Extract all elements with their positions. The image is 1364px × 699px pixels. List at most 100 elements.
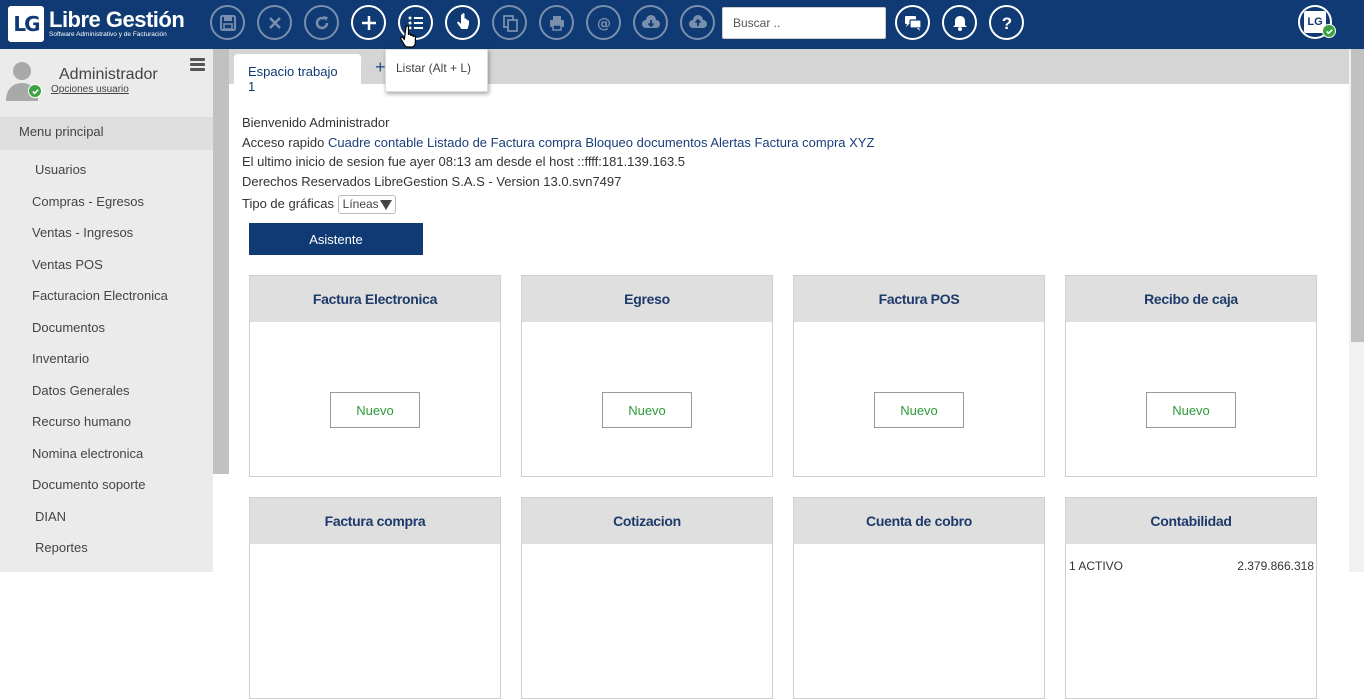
dashboard-card: Factura Electronica Nuevo (249, 275, 501, 477)
card-title: Cotizacion (522, 498, 772, 544)
quick-link[interactable]: Alertas (710, 135, 750, 150)
notifications-button[interactable] (942, 5, 977, 40)
sidebar-item-recurso-humano[interactable]: Recurso humano (0, 405, 213, 437)
new-button[interactable]: Nuevo (602, 392, 692, 428)
chart-type-value: Líneas (342, 196, 379, 211)
add-tab-button[interactable]: + (375, 57, 386, 78)
dashboard-card: Cotizacion (521, 497, 773, 699)
account-name: 1 ACTIVO (1069, 559, 1124, 573)
last-login-text: El ultimo inicio de sesion fue ayer 08:1… (242, 154, 686, 170)
select-button[interactable] (445, 5, 480, 40)
add-icon (361, 15, 376, 30)
refresh-icon (315, 15, 328, 29)
card-title: Factura Electronica (250, 276, 500, 322)
main-scrollbar-thumb[interactable] (1351, 49, 1364, 342)
help-icon: ? (1001, 14, 1011, 33)
sidebar-item-usuarios[interactable]: Usuarios (0, 153, 213, 185)
account-value: 2.379.866.318 (1237, 559, 1314, 573)
sidebar-item-ventas-ingresos[interactable]: Ventas - Ingresos (0, 216, 213, 248)
save-icon (219, 14, 236, 31)
bell-icon (952, 15, 967, 31)
logo-title: Libre Gestión (49, 7, 185, 32)
card-title: Factura compra (250, 498, 500, 544)
copy-button[interactable] (492, 5, 527, 40)
card-body (522, 544, 772, 698)
quick-access-label: Acceso rapido (242, 134, 325, 150)
tooltip: Listar (Alt + L) (385, 49, 488, 92)
menu-header[interactable]: Menu principal (0, 117, 213, 150)
logo-mark: LG (8, 6, 44, 42)
cancel-button[interactable] (257, 5, 292, 40)
quick-access: Acceso rapido Cuadre contable Listado de… (242, 133, 874, 153)
sidebar-item-documento-soporte[interactable]: Documento soporte (0, 468, 213, 500)
new-button[interactable]: Nuevo (874, 392, 964, 428)
card-title: Contabilidad (1066, 498, 1316, 544)
user-name: Administrador (59, 66, 158, 83)
card-title: Factura POS (794, 276, 1044, 322)
card-body: Nuevo (522, 322, 772, 476)
mouse-cursor-icon (400, 25, 416, 48)
svg-text:?: ? (1001, 14, 1011, 33)
card-title: Recibo de caja (1066, 276, 1316, 322)
new-button[interactable]: Nuevo (330, 392, 420, 428)
app-logo[interactable]: LG Libre Gestión Software Administrativo… (8, 6, 185, 42)
quick-link[interactable]: Bloqueo documentos (585, 135, 707, 150)
card-body: 1 ACTIVO 2.379.866.318 (1066, 544, 1316, 698)
online-status-icon (1322, 24, 1336, 38)
cancel-icon (268, 16, 281, 29)
save-button[interactable] (210, 5, 245, 40)
account-row[interactable]: 1 ACTIVO 2.379.866.318 (1069, 559, 1314, 573)
sidebar-scrollbar[interactable] (213, 49, 229, 474)
download-button[interactable] (633, 5, 668, 40)
chat-icon (904, 15, 922, 31)
sidebar-item-dian[interactable]: DIAN (0, 500, 213, 532)
email-icon: @ (597, 16, 611, 32)
chat-button[interactable] (895, 5, 930, 40)
help-button[interactable]: ? (989, 5, 1024, 40)
new-button[interactable]: Nuevo (1146, 392, 1236, 428)
menu-toggle-icon[interactable] (190, 58, 205, 72)
quick-link[interactable]: Factura compra XYZ (754, 135, 874, 150)
refresh-button[interactable] (304, 5, 339, 40)
welcome-info: Bienvenido Administrador Acceso rapido C… (242, 113, 874, 214)
card-body: Nuevo (250, 322, 500, 476)
sidebar-item-ventas-pos[interactable]: Ventas POS (0, 248, 213, 280)
user-panel: Administrador Opciones usuario (0, 49, 213, 117)
sidebar-item-datos-generales[interactable]: Datos Generales (0, 374, 213, 406)
assistant-button[interactable]: Asistente (249, 223, 423, 255)
user-options-link[interactable]: Opciones usuario (51, 84, 129, 95)
main-content: Bienvenido Administrador Acceso rapido C… (229, 84, 1349, 699)
card-body (250, 544, 500, 698)
sidebar-item-reportes[interactable]: Reportes (0, 531, 213, 563)
dashboard-card: Recibo de caja Nuevo (1065, 275, 1317, 477)
sidebar-item-nomina-electronica[interactable]: Nomina electronica (0, 437, 213, 469)
card-body: Nuevo (794, 322, 1044, 476)
copy-icon (502, 14, 518, 32)
dashboard-card: Factura POS Nuevo (793, 275, 1045, 477)
upload-button[interactable] (680, 5, 715, 40)
quick-link[interactable]: Cuadre contable (328, 135, 423, 150)
svg-text:@: @ (597, 16, 611, 32)
card-title: Egreso (522, 276, 772, 322)
email-button[interactable]: @ (586, 5, 621, 40)
welcome-text: Bienvenido Administrador (242, 115, 390, 130)
search-input[interactable] (722, 7, 886, 39)
chevron-down-icon (379, 199, 392, 210)
dashboard-card: Egreso Nuevo (521, 275, 773, 477)
quick-link[interactable]: Listado de Factura compra (427, 135, 582, 150)
sidebar: Administrador Opciones usuario Menu prin… (0, 49, 213, 572)
add-button[interactable] (351, 5, 386, 40)
dashboard-card: Cuenta de cobro (793, 497, 1045, 699)
dashboard-card: Contabilidad 1 ACTIVO 2.379.866.318 (1065, 497, 1317, 699)
sidebar-item-inventario[interactable]: Inventario (0, 342, 213, 374)
menu-list: Usuarios Compras - Egresos Ventas - Ingres… (0, 153, 213, 563)
sidebar-item-facturacion-electronica[interactable]: Facturacion Electronica (0, 279, 213, 311)
top-toolbar: LG Libre Gestión Software Administrativo… (0, 0, 1364, 49)
chart-type-select[interactable]: Líneas (337, 194, 396, 214)
print-button[interactable] (539, 5, 574, 40)
tab-workspace-1[interactable]: Espacio trabajo 1 (234, 54, 361, 94)
sidebar-item-compras-egresos[interactable]: Compras - Egresos (0, 185, 213, 217)
hand-pointer-icon (456, 12, 469, 29)
sidebar-item-documentos[interactable]: Documentos (0, 311, 213, 343)
user-online-icon (28, 84, 42, 98)
